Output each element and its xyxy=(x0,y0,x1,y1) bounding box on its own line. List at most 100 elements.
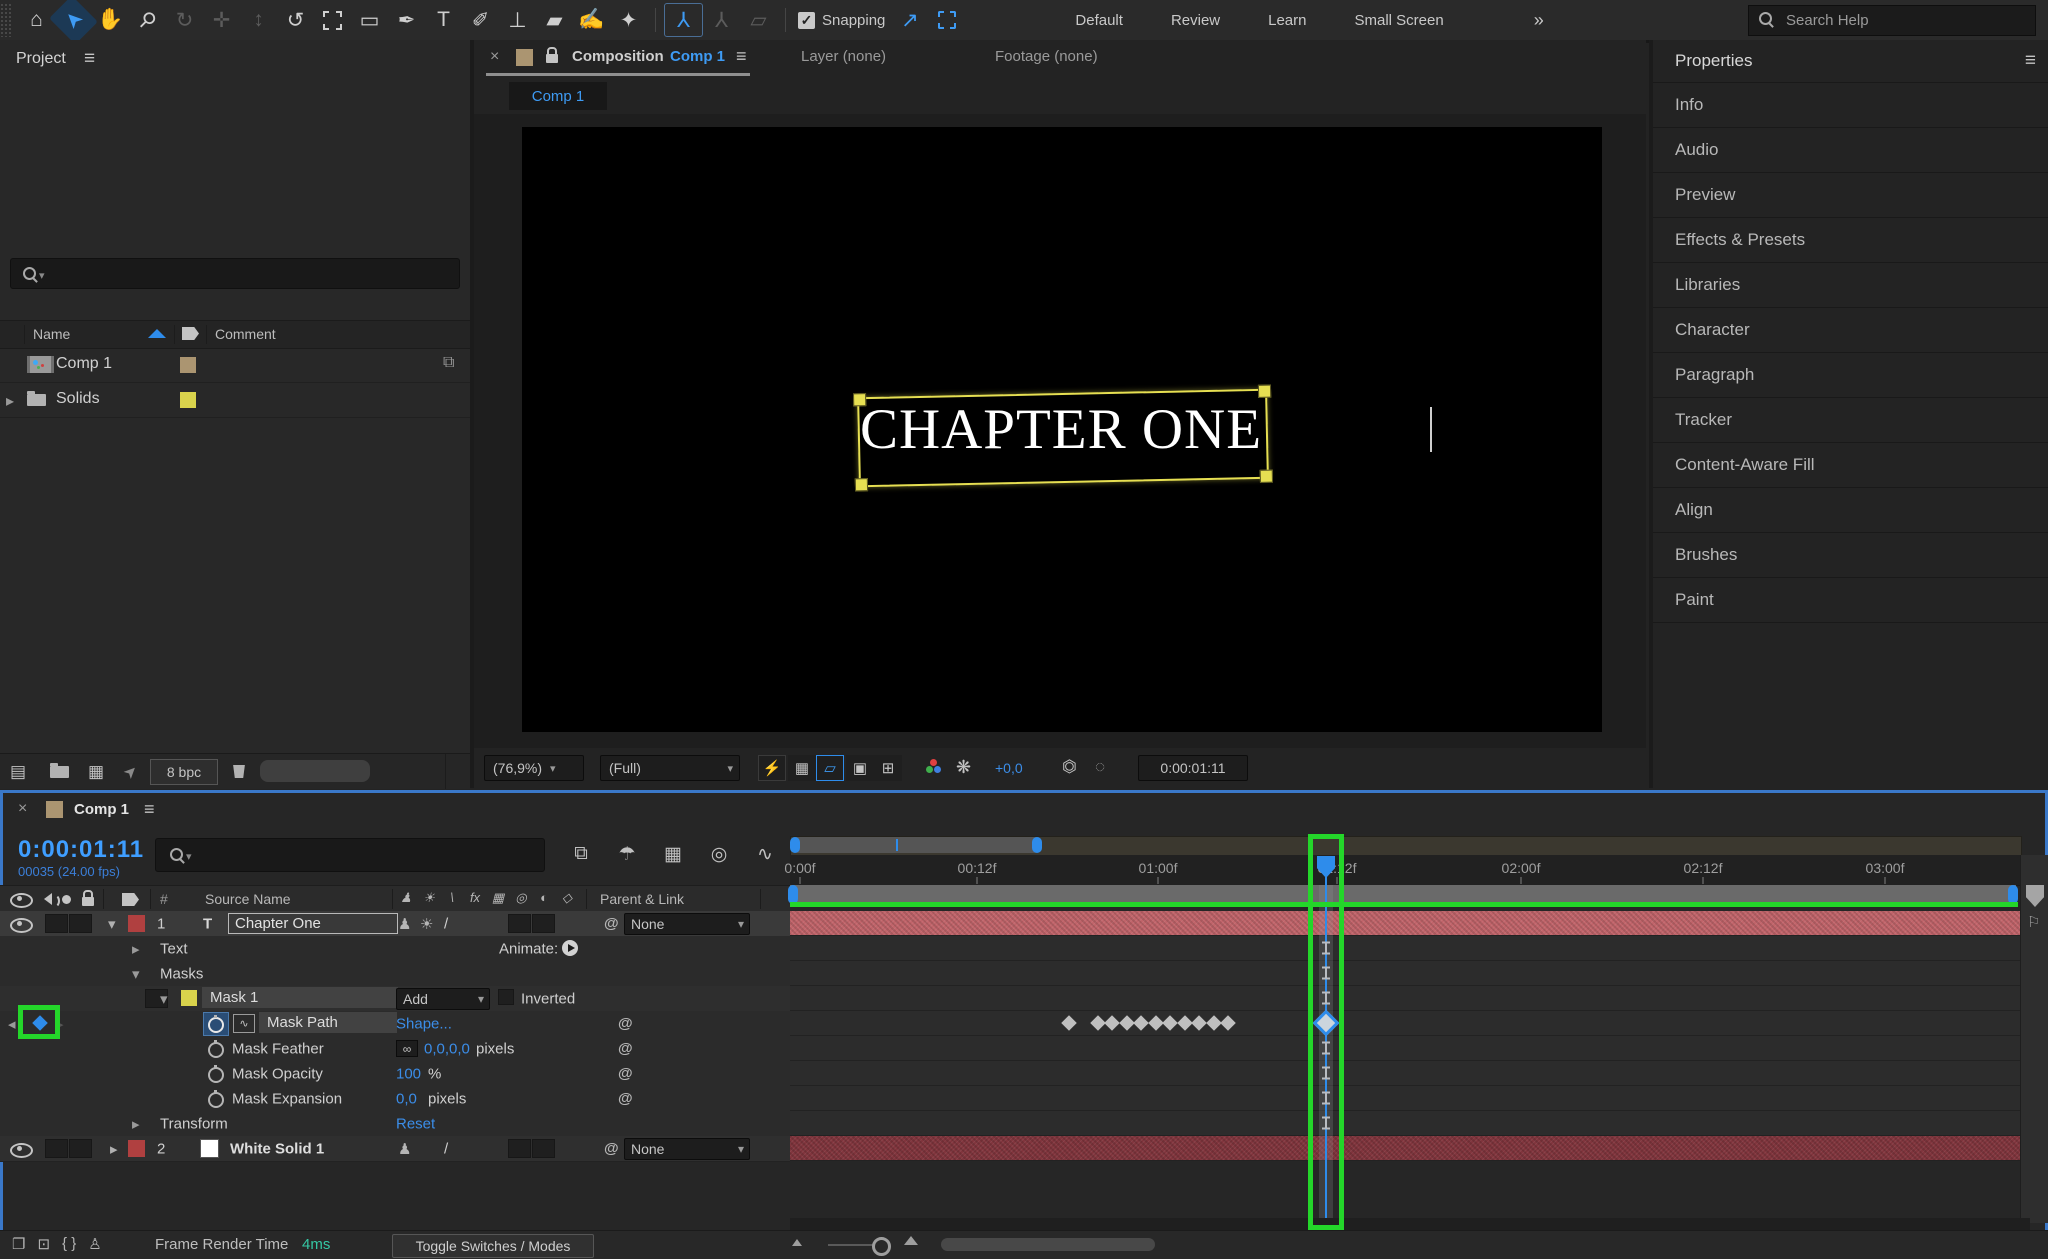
hand-tool[interactable]: ✋ xyxy=(92,4,129,36)
preview-timecode[interactable]: 0:00:01:11 xyxy=(1138,755,1248,781)
new-folder-icon[interactable] xyxy=(50,766,69,778)
graph-editor-icon[interactable]: ∿ xyxy=(750,840,780,868)
collapse-icon[interactable] xyxy=(132,965,140,983)
group-label[interactable]: Text xyxy=(160,940,188,957)
brush-tool[interactable]: ✐ xyxy=(462,4,499,36)
comp-marker-bin-icon[interactable] xyxy=(2026,885,2044,907)
project-search-input[interactable] xyxy=(10,258,460,289)
lock-column-icon[interactable] xyxy=(82,897,94,906)
graph-editor-include-icon[interactable]: ∿ xyxy=(233,1014,255,1033)
resolution-dropdown[interactable]: (Full) xyxy=(600,755,740,781)
region-of-interest-icon[interactable]: ▣ xyxy=(846,755,874,781)
layer2-duration-bar[interactable] xyxy=(790,1136,2030,1160)
label-color-chip[interactable] xyxy=(128,1140,145,1157)
text-group-row[interactable]: Text Animate: xyxy=(0,936,790,962)
collapse-transformations-icon[interactable]: ☀ xyxy=(420,915,433,933)
zoom-in-icon[interactable] xyxy=(904,1236,918,1245)
property-value[interactable]: 100 xyxy=(396,1065,421,1082)
fx-icon[interactable]: fx xyxy=(467,890,483,906)
property-name[interactable]: Mask Expansion xyxy=(232,1090,342,1107)
close-tab-icon[interactable] xyxy=(490,48,499,66)
audio-toggle-cell[interactable] xyxy=(45,1139,68,1158)
parent-dropdown[interactable]: None xyxy=(624,913,750,935)
timeline-horizontal-scroll-track[interactable] xyxy=(790,1218,2030,1230)
masks-group-row[interactable]: Masks xyxy=(0,961,790,987)
composition-tab-comp-name[interactable]: Comp 1 xyxy=(670,48,725,65)
expand-icon[interactable] xyxy=(132,940,140,958)
panel-menu-icon[interactable] xyxy=(144,799,155,820)
panel-tab-item[interactable]: Paint xyxy=(1653,578,2048,623)
expand-layer-icon[interactable] xyxy=(110,1140,118,1158)
eraser-tool[interactable]: ▰ xyxy=(536,4,573,36)
interpret-footage-icon[interactable]: ▤ xyxy=(10,762,26,782)
clone-stamp-tool[interactable]: ⊥ xyxy=(499,4,536,36)
composition-canvas[interactable]: CHAPTER ONE xyxy=(522,127,1602,732)
mask-handle-tr[interactable] xyxy=(1258,385,1271,398)
guides-options-icon[interactable]: ⊞ xyxy=(874,755,902,781)
expand-transfer-controls-icon[interactable]: ⊡ xyxy=(37,1235,50,1253)
puppet-pin-tool[interactable]: ✦ xyxy=(610,4,647,36)
sort-ascending-icon[interactable] xyxy=(148,329,166,338)
mask-path-outline[interactable] xyxy=(857,389,1269,488)
stopwatch-icon[interactable] xyxy=(208,1017,224,1033)
expand-icon[interactable] xyxy=(132,1115,140,1133)
home-tool[interactable]: ⌂ xyxy=(18,4,55,36)
snap-to-edges-icon[interactable]: ↗ xyxy=(891,4,928,36)
panel-tab-item[interactable]: Effects & Presets xyxy=(1653,218,2048,263)
quality-icon[interactable]: / xyxy=(444,915,448,932)
panel-tab-item[interactable]: Brushes xyxy=(1653,533,2048,578)
mask-feather-row[interactable]: Mask Feather ∞ 0,0,0,0 pixels xyxy=(0,1036,790,1062)
index-column-header[interactable]: # xyxy=(160,891,168,907)
switch-cell[interactable] xyxy=(508,1139,531,1158)
property-pickwhip-icon[interactable] xyxy=(618,1015,633,1032)
workspace-tab[interactable]: Default xyxy=(1075,12,1123,29)
solid-color-swatch[interactable] xyxy=(200,1139,219,1158)
exposure-reset-icon[interactable]: ❋ xyxy=(956,757,971,778)
panel-tab-item[interactable]: Info xyxy=(1653,83,2048,128)
snapshot-camera-icon[interactable]: ⏣ xyxy=(1062,757,1077,777)
panel-tab-item[interactable]: Tracker xyxy=(1653,398,2048,443)
axis-world-icon[interactable]: ⅄ xyxy=(703,4,740,36)
timeline-search-input[interactable] xyxy=(155,838,545,872)
time-navigator-handle[interactable] xyxy=(790,837,1042,853)
panel-tab-item[interactable]: Libraries xyxy=(1653,263,2048,308)
property-pickwhip-icon[interactable] xyxy=(618,1040,633,1057)
3d-layer-icon[interactable]: ◇ xyxy=(559,890,575,906)
label-color-swatch[interactable] xyxy=(180,357,196,373)
layer1-duration-bar[interactable] xyxy=(790,911,2030,935)
workspace-overflow-button[interactable]: » xyxy=(1534,10,1544,31)
adjustment-layer-icon[interactable]: ◐ xyxy=(536,890,552,906)
panel-tab-item[interactable]: Preview xyxy=(1653,173,2048,218)
label-column-icon[interactable] xyxy=(122,893,139,906)
render-engine-icon[interactable]: ➤ xyxy=(119,760,143,784)
comment-column-header[interactable]: Comment xyxy=(215,326,276,342)
animate-menu-icon[interactable] xyxy=(562,940,578,956)
panel-menu-icon[interactable] xyxy=(736,46,747,67)
camera-tool[interactable] xyxy=(314,4,351,36)
mask-visibility-icon[interactable]: ▱ xyxy=(816,755,844,781)
panel-tab-item[interactable]: Align xyxy=(1653,488,2048,533)
project-item-solids[interactable]: Solids xyxy=(0,383,470,418)
feather-link-icon[interactable]: ∞ xyxy=(396,1040,418,1057)
new-composition-icon[interactable]: ▦ xyxy=(88,762,104,782)
eye-icon[interactable] xyxy=(10,918,33,933)
timeline-zoom-knob[interactable] xyxy=(872,1237,891,1256)
audio-column-icon[interactable] xyxy=(38,893,52,905)
workspace-tab[interactable]: Small Screen xyxy=(1355,12,1444,29)
audio-toggle-cell[interactable] xyxy=(45,914,68,933)
timeline-scrollbar[interactable] xyxy=(941,1238,1155,1251)
name-column-header[interactable]: Name xyxy=(33,326,70,342)
pan-camera-tool[interactable]: ✛ xyxy=(203,4,240,36)
comp-subtab[interactable]: Comp 1 xyxy=(509,82,607,110)
layer-name-field[interactable]: Chapter One xyxy=(228,913,398,934)
shy-icon[interactable]: ♟ xyxy=(398,890,414,906)
panel-menu-icon[interactable] xyxy=(84,48,95,70)
property-pickwhip-icon[interactable] xyxy=(618,1065,633,1082)
solo-toggle-cell[interactable] xyxy=(69,914,92,933)
transform-reset[interactable]: Reset xyxy=(396,1115,435,1132)
snapping-checkbox[interactable]: ✓ xyxy=(798,12,815,29)
panel-tab-item[interactable]: Character xyxy=(1653,308,2048,353)
orbit-camera-tool[interactable]: ↻ xyxy=(166,4,203,36)
delete-icon[interactable] xyxy=(232,765,246,778)
switch-cell[interactable] xyxy=(532,1139,555,1158)
